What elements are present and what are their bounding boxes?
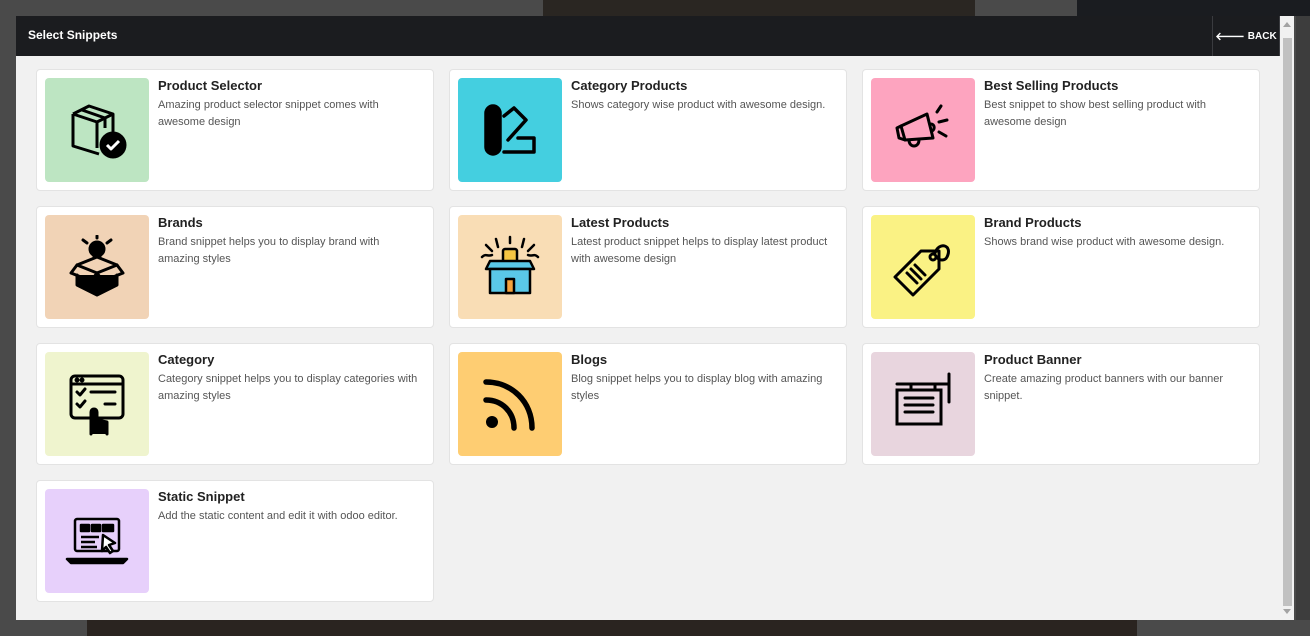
idea-box-icon bbox=[69, 235, 125, 297]
snippet-description: Blog snippet helps you to display blog w… bbox=[571, 373, 823, 402]
snippet-thumbnail bbox=[45, 215, 149, 319]
snippet-card-brand-products[interactable]: Brand Products Shows brand wise product … bbox=[862, 206, 1260, 328]
snippet-card-blogs[interactable]: Blogs Blog snippet helps you to display … bbox=[449, 343, 847, 465]
surprise-box-icon bbox=[480, 235, 540, 295]
snippet-card-brands[interactable]: Brands Brand snippet helps you to displa… bbox=[36, 206, 434, 328]
snippet-thumbnail bbox=[458, 352, 562, 456]
background-page-fragment bbox=[1077, 0, 1310, 16]
snippet-title: Category bbox=[158, 352, 215, 367]
snippet-title: Best Selling Products bbox=[984, 78, 1119, 93]
package-check-icon bbox=[71, 104, 127, 159]
snippet-description: Category snippet helps you to display ca… bbox=[158, 373, 418, 402]
snippet-thumbnail bbox=[458, 215, 562, 319]
snippet-thumbnail bbox=[458, 78, 562, 182]
snippet-title: Brand Products bbox=[984, 215, 1082, 230]
back-button[interactable]: 🡐 BACK bbox=[1212, 16, 1280, 56]
snippet-card-best-selling-products[interactable]: Best Selling Products Best snippet to sh… bbox=[862, 69, 1260, 191]
modal-title: Select Snippets bbox=[28, 28, 118, 42]
snippet-card-latest-products[interactable]: Latest Products Latest product snippet h… bbox=[449, 206, 847, 328]
snippet-thumbnail bbox=[45, 489, 149, 593]
snippet-card-static-snippet[interactable]: Static Snippet Add the static content an… bbox=[36, 480, 434, 602]
select-snippets-modal: Select Snippets 🡐 BACK Product Selector bbox=[16, 16, 1294, 620]
snippet-card-category-products[interactable]: Category Products Shows category wise pr… bbox=[449, 69, 847, 191]
laptop-editor-icon bbox=[65, 517, 129, 565]
snippet-title: Product Banner bbox=[984, 352, 1082, 367]
scroll-up-icon[interactable] bbox=[1283, 22, 1291, 27]
snippet-description: Brand snippet helps you to display brand… bbox=[158, 236, 380, 265]
snippet-thumbnail bbox=[871, 352, 975, 456]
megaphone-icon bbox=[895, 104, 949, 148]
snippet-card-product-selector[interactable]: Product Selector Amazing product selecto… bbox=[36, 69, 434, 191]
checklist-hand-icon bbox=[69, 374, 125, 436]
snippet-description: Shows brand wise product with awesome de… bbox=[984, 236, 1225, 248]
scrollbar-thumb[interactable] bbox=[1283, 38, 1292, 606]
modal-header: Select Snippets 🡐 BACK bbox=[16, 16, 1294, 56]
back-button-label: BACK bbox=[1247, 30, 1277, 42]
signboard-icon bbox=[895, 372, 951, 426]
snippet-description: Shows category wise product with awesome… bbox=[571, 99, 826, 111]
modal-scrollbar[interactable] bbox=[1280, 16, 1294, 620]
snippet-description: Amazing product selector snippet comes w… bbox=[158, 99, 379, 128]
snippet-title: Blogs bbox=[571, 352, 608, 367]
snippet-card-product-banner[interactable]: Product Banner Create amazing product ba… bbox=[862, 343, 1260, 465]
snippet-description: Latest product snippet helps to display … bbox=[571, 236, 828, 265]
snippet-thumbnail bbox=[45, 78, 149, 182]
snippet-description: Create amazing product banners with our … bbox=[984, 373, 1224, 402]
snippet-description: Best snippet to show best selling produc… bbox=[984, 99, 1206, 128]
snippet-title: Static Snippet bbox=[158, 489, 245, 504]
rss-icon bbox=[483, 379, 535, 431]
scroll-down-icon[interactable] bbox=[1283, 609, 1291, 614]
color-swatch-icon bbox=[484, 104, 536, 156]
background-page-fragment bbox=[1296, 16, 1310, 620]
background-page-fragment bbox=[87, 620, 1137, 636]
snippet-title: Category Products bbox=[571, 78, 688, 93]
background-page-fragment bbox=[543, 0, 975, 16]
snippet-title: Latest Products bbox=[571, 215, 670, 230]
price-tag-icon bbox=[893, 244, 950, 297]
arrow-left-icon: 🡐 bbox=[1215, 31, 1245, 43]
snippet-thumbnail bbox=[871, 215, 975, 319]
snippet-grid: Product Selector Amazing product selecto… bbox=[36, 69, 1260, 602]
snippet-description: Add the static content and edit it with … bbox=[158, 510, 398, 522]
snippet-thumbnail bbox=[871, 78, 975, 182]
snippet-title: Product Selector bbox=[158, 78, 263, 93]
snippet-card-category[interactable]: Category Category snippet helps you to d… bbox=[36, 343, 434, 465]
snippet-thumbnail bbox=[45, 352, 149, 456]
snippet-title: Brands bbox=[158, 215, 203, 230]
